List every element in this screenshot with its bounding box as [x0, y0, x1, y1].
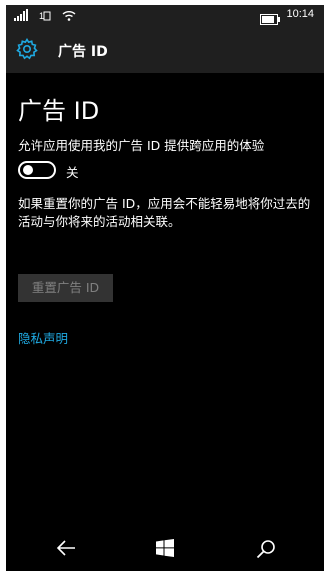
app-header: 广告 ID: [6, 27, 324, 73]
page-title: 广告 ID: [18, 97, 100, 125]
back-icon[interactable]: [56, 539, 76, 561]
reset-advertising-id-button[interactable]: 重置广告 ID: [18, 274, 113, 302]
status-bar: 1 10:14: [6, 5, 324, 27]
advertising-id-toggle[interactable]: [18, 161, 56, 179]
status-time: 10:14: [286, 8, 314, 20]
status-icons: 1: [14, 9, 82, 23]
windows-icon[interactable]: [156, 539, 174, 561]
navigation-bar: [6, 527, 324, 571]
header-title: 广告 ID: [58, 44, 108, 60]
toggle-description: 允许应用使用我的广告 ID 提供跨应用的体验: [18, 138, 265, 153]
gear-icon: [16, 37, 38, 64]
search-icon[interactable]: [256, 539, 276, 563]
toggle-knob: [23, 165, 33, 175]
signal-icon: [14, 9, 28, 21]
svg-text:1: 1: [39, 11, 44, 21]
toggle-state-label: 关: [66, 165, 79, 180]
sim-icon: 1: [39, 11, 51, 21]
wifi-icon: [62, 11, 76, 21]
privacy-statement-link[interactable]: 隐私声明: [18, 328, 68, 347]
phone-screen: 1 10:14 广告 ID 广告 ID 允许应用使用我的广告 ID 提供跨应用的…: [6, 5, 324, 571]
reset-description: 如果重置你的广告 ID，应用会不能轻易地将你过去的活动与你将来的活动相关联。: [18, 196, 311, 229]
